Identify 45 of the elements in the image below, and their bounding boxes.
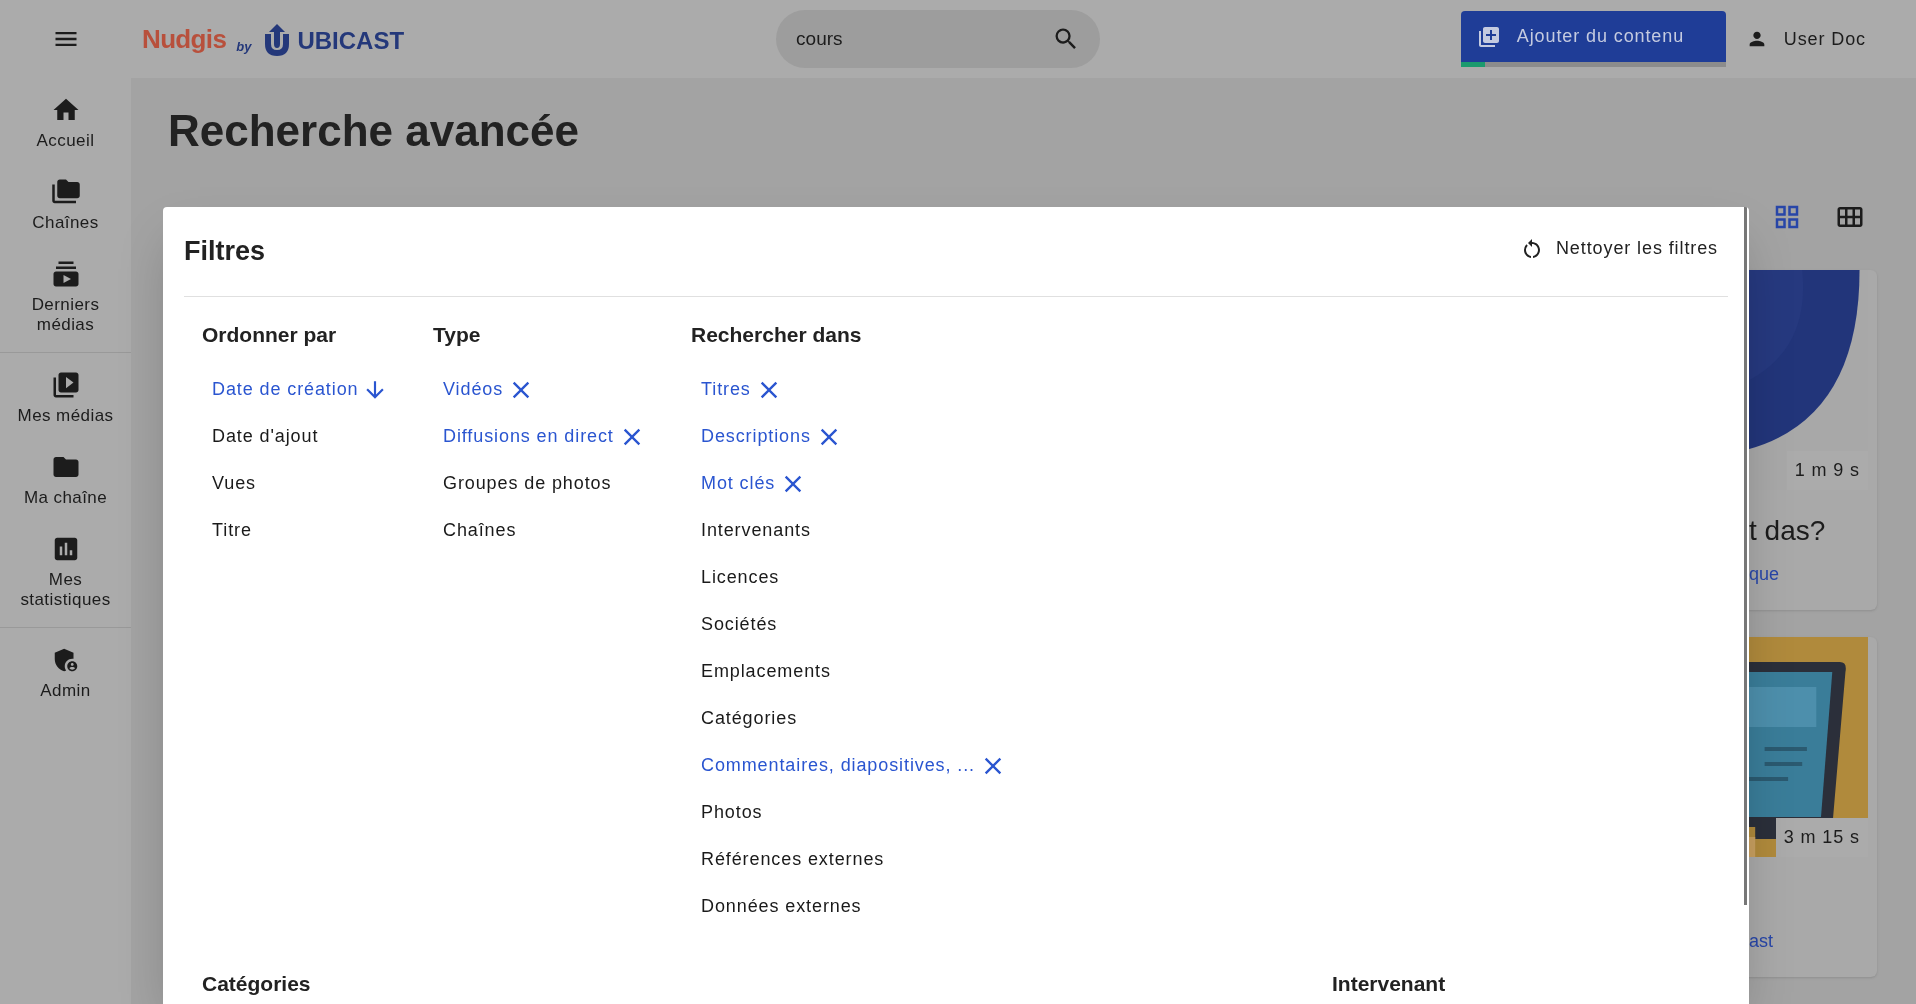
- filter-option[interactable]: Sociétés: [691, 601, 788, 648]
- section-heading: Catégories: [202, 971, 312, 997]
- clear-filters-button[interactable]: Nettoyer les filtres: [1519, 235, 1718, 262]
- sidebar-item[interactable]: Accueil: [0, 82, 131, 164]
- channel-link[interactable]: ast: [1749, 928, 1877, 955]
- add-content-button[interactable]: Ajouter du contenu: [1460, 11, 1726, 62]
- column-heading: Type: [433, 322, 482, 347]
- filter-option[interactable]: Date de création: [202, 366, 399, 413]
- filter-option[interactable]: Descriptions: [691, 413, 853, 460]
- page-title: Recherche avancée: [168, 105, 580, 157]
- filter-option[interactable]: Titres: [691, 366, 793, 413]
- filter-option[interactable]: Titre: [202, 507, 262, 554]
- sidebar-item[interactable]: Admin: [0, 632, 131, 714]
- filter-option[interactable]: Diffusions en direct: [433, 413, 656, 460]
- sidebar-item[interactable]: Chaînes: [0, 164, 131, 246]
- sidebar-item[interactable]: Mes statistiques: [0, 521, 131, 623]
- user-name[interactable]: User Doc: [1783, 25, 1866, 53]
- sidebar-item[interactable]: Derniers médias: [0, 246, 131, 348]
- search-input[interactable]: cours: [796, 24, 1053, 54]
- filter-option[interactable]: Catégories: [691, 695, 808, 742]
- dialog-title: Filtres: [184, 235, 266, 269]
- add-library-icon: [1476, 24, 1501, 49]
- duration-badge: 3 m 15 s: [1775, 818, 1868, 857]
- column-heading: Ordonner par: [202, 322, 338, 347]
- media-title[interactable]: t das?: [1749, 510, 1877, 552]
- sidebar-item[interactable]: Ma chaîne: [0, 439, 131, 521]
- filter-option[interactable]: Emplacements: [691, 648, 841, 695]
- filter-option[interactable]: Mot clés: [691, 460, 818, 507]
- filter-option[interactable]: Photos: [691, 789, 773, 836]
- filter-option[interactable]: Vidéos: [433, 366, 546, 413]
- filter-option[interactable]: Données externes: [691, 883, 872, 930]
- channel-link[interactable]: que: [1749, 561, 1877, 588]
- sidebar-item[interactable]: Mes médias: [0, 357, 131, 439]
- filter-option[interactable]: Date d'ajout: [202, 413, 329, 460]
- filter-option[interactable]: Licences: [691, 554, 790, 601]
- filter-option[interactable]: Groupes de photos: [433, 460, 622, 507]
- filter-option[interactable]: Chaînes: [433, 507, 527, 554]
- filter-option[interactable]: Vues: [202, 460, 266, 507]
- column-heading: Rechercher dans: [691, 322, 863, 347]
- filter-option[interactable]: Commentaires, diapositives, ...: [691, 742, 1017, 789]
- filter-option[interactable]: Intervenants: [691, 507, 821, 554]
- logo: Nudgis by UBICAST: [142, 19, 405, 59]
- search-field[interactable]: cours: [776, 10, 1101, 68]
- section-heading: Intervenant: [1332, 971, 1446, 997]
- filter-option[interactable]: Références externes: [691, 836, 895, 883]
